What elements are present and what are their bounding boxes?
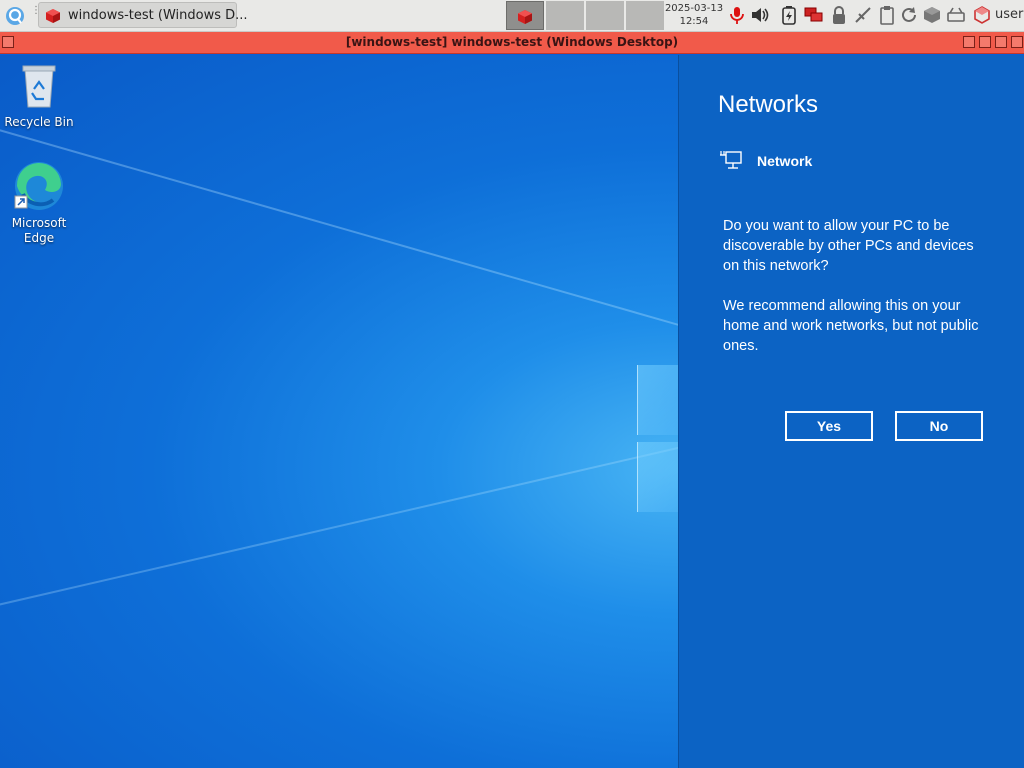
wallpaper-logo-pane <box>637 365 678 435</box>
window-title: [windows-test] windows-test (Windows Des… <box>345 35 679 49</box>
workspace-1[interactable] <box>506 1 544 30</box>
clock[interactable]: 2025-03-13 12:54 <box>664 2 724 28</box>
shade-icon[interactable] <box>963 36 975 48</box>
wallpaper-logo-pane <box>637 442 678 512</box>
network-monitor-icon[interactable] <box>804 5 824 25</box>
edge-icon <box>14 162 63 210</box>
ethernet-icon <box>720 151 742 169</box>
taskbar-window-button[interactable]: windows-test (Windows D... <box>38 2 248 28</box>
recommendation-text: We recommend allowing this on your home … <box>723 298 979 354</box>
desktop-icon-recycle-bin[interactable]: Recycle Bin <box>1 63 77 130</box>
network-name: Network <box>757 153 813 169</box>
wallpaper-beam <box>0 115 678 338</box>
no-button[interactable]: No <box>895 411 983 441</box>
yes-button[interactable]: Yes <box>785 411 873 441</box>
virt-manager-icon[interactable] <box>972 5 992 25</box>
wallpaper-beam <box>0 435 678 617</box>
microphone-icon[interactable] <box>727 5 747 25</box>
maximize-icon[interactable] <box>995 36 1007 48</box>
battery-icon[interactable] <box>779 5 799 25</box>
top-panel: ⋮ windows-test (Windows D... 2025-03-13 … <box>0 0 1024 32</box>
virt-viewer-icon <box>46 9 60 23</box>
lock-icon[interactable] <box>829 5 849 25</box>
clock-date: 2025-03-13 <box>664 3 724 14</box>
panel-grip-icon: ⋮ <box>31 5 41 16</box>
connection-icon[interactable] <box>853 5 873 25</box>
discoverable-question: Do you want to allow your PC to be disco… <box>723 218 974 274</box>
volume-icon[interactable] <box>750 5 770 25</box>
windows-desktop[interactable]: Recycle Bin Microsoft Edge <box>0 55 678 768</box>
clipboard-icon[interactable] <box>877 5 897 25</box>
virt-viewer-icon <box>518 10 532 24</box>
workspace-3[interactable] <box>586 1 624 30</box>
networks-flyout: Networks Network Do you want to allow yo… <box>678 55 1024 768</box>
taskbar-window-label: windows-test (Windows D... <box>68 8 248 23</box>
flyout-heading: Networks <box>718 91 819 118</box>
workspace-2[interactable] <box>546 1 584 30</box>
refresh-icon[interactable] <box>899 5 919 25</box>
desktop-icon-label: Microsoft Edge <box>11 216 67 245</box>
clock-time: 12:54 <box>679 16 709 27</box>
app-menu-icon[interactable] <box>4 5 26 27</box>
desktop-icon-edge[interactable]: Microsoft Edge <box>1 160 77 246</box>
workspace-4[interactable] <box>626 1 664 30</box>
package-icon[interactable] <box>922 5 942 25</box>
minimize-icon[interactable] <box>979 36 991 48</box>
window-titlebar[interactable]: [windows-test] windows-test (Windows Des… <box>0 32 1024 54</box>
desktop-icon-label: Recycle Bin <box>4 115 74 129</box>
user-label[interactable]: user <box>995 7 1023 22</box>
close-icon[interactable] <box>1011 36 1023 48</box>
recycle-bin-icon <box>22 65 56 108</box>
drive-icon[interactable] <box>946 5 966 25</box>
